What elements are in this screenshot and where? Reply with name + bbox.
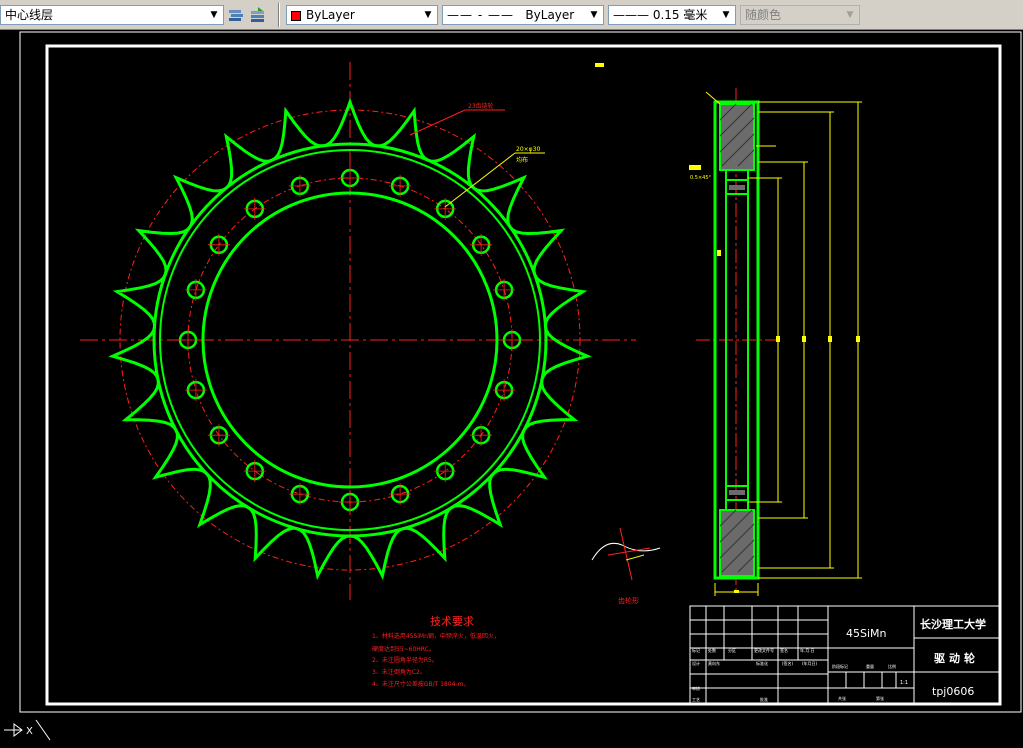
school-name: 长沙理工大学 bbox=[920, 617, 986, 631]
lineweight-preview-icon: ——— bbox=[613, 8, 649, 22]
stage-cell: 比例 bbox=[888, 663, 896, 669]
properties-toolbar: 中心线层 ▼ ByLayer ▼ —— - —— ByLayer ▼ ——— 0… bbox=[0, 0, 1023, 30]
make-object-layer-current-icon[interactable] bbox=[226, 5, 246, 25]
detail-centerline bbox=[607, 547, 651, 556]
detail-centerline bbox=[619, 527, 633, 581]
callout-holes: 20×φ30 bbox=[516, 146, 540, 153]
chamfer-note: 0.5×45° bbox=[690, 175, 712, 181]
hatched-section-bottom bbox=[719, 509, 755, 577]
approve-label: 批准 bbox=[760, 696, 768, 702]
color-label: ByLayer bbox=[306, 8, 355, 22]
sheet-cell: 第张 bbox=[876, 695, 884, 701]
scale-value: 1:1 bbox=[900, 680, 908, 686]
tech-line: 2、未注圆角半径为R5。 bbox=[372, 656, 438, 664]
tech-line: 1、材料选用45SiMn钢，中频淬火，低温回火， bbox=[372, 632, 500, 640]
sheet-border bbox=[45, 44, 1002, 706]
chevron-down-icon[interactable]: ▼ bbox=[587, 8, 601, 22]
tooth-detail-label: 齿轮形 bbox=[618, 596, 639, 605]
sign-cell: (签名) bbox=[782, 660, 794, 666]
detail-dimension bbox=[625, 554, 645, 561]
chevron-down-icon[interactable]: ▼ bbox=[207, 8, 221, 22]
plotstyle-label: 随颜色 bbox=[745, 8, 782, 22]
front-view: 23齿链轮 20×φ30 均布 bbox=[80, 62, 636, 600]
tooth-profile-detail: 齿轮形 bbox=[591, 527, 661, 605]
ucs-x-label: X bbox=[26, 726, 33, 737]
roughness-symbol bbox=[595, 63, 604, 67]
tech-title: 技术要求 bbox=[430, 615, 474, 628]
color-dropdown[interactable]: ByLayer ▼ bbox=[286, 5, 438, 25]
tech-line: 3、未注倒角为C2。 bbox=[372, 668, 426, 676]
header-cell: 年.月.日 bbox=[800, 647, 815, 653]
viewport-border bbox=[19, 31, 1022, 713]
callout-uniform: 均布 bbox=[516, 156, 528, 164]
drawing-number: tpj0606 bbox=[932, 685, 974, 698]
layer-dropdown[interactable]: 中心线层 ▼ bbox=[0, 5, 224, 25]
part-name: 驱动轮 bbox=[934, 651, 979, 665]
layer-previous-icon[interactable] bbox=[248, 5, 268, 25]
hatched-section-top bbox=[719, 103, 755, 171]
callout-teeth: 23齿链轮 bbox=[468, 102, 494, 110]
header-cell: 更改文件号 bbox=[754, 647, 774, 653]
sheet-cell: 共张 bbox=[838, 695, 846, 701]
material-label: 45SiMn bbox=[846, 627, 887, 640]
side-section-view: 0.5×45° bbox=[689, 88, 862, 596]
chevron-down-icon[interactable]: ▼ bbox=[421, 8, 435, 22]
leader-line bbox=[409, 109, 466, 136]
chevron-down-icon[interactable]: ▼ bbox=[719, 8, 733, 22]
sign-cell: (年月日) bbox=[802, 660, 818, 666]
technical-requirements: 技术要求 1、材料选用45SiMn钢，中频淬火，低温回火， 硬度达到55~60H… bbox=[372, 615, 500, 688]
stage-cell: 重量 bbox=[866, 663, 874, 669]
linetype-dropdown[interactable]: —— - —— ByLayer ▼ bbox=[442, 5, 604, 25]
layer-name: 中心线层 bbox=[5, 8, 54, 22]
toolbar-separator bbox=[278, 3, 280, 27]
row-label: 设计 bbox=[692, 660, 700, 666]
linetype-preview-icon: —— - —— bbox=[447, 8, 514, 22]
tech-line: 硬度达到55~60HRC。 bbox=[372, 645, 435, 653]
drawing-canvas[interactable]: 23齿链轮 20×φ30 均布 齿轮形 0.5×45° 技术要求 1、材料选用4… bbox=[0, 30, 1023, 744]
tech-line: 4、未注尺寸公差按GB/T 1804-m。 bbox=[372, 680, 469, 688]
header-cell: 分区 bbox=[728, 647, 736, 653]
row-label: 工艺 bbox=[692, 697, 700, 702]
header-cell: 签名 bbox=[780, 647, 788, 653]
sign-cell: 标准化 bbox=[756, 660, 768, 666]
leader-line bbox=[444, 152, 516, 208]
header-cell: 标记 bbox=[692, 647, 700, 653]
linetype-label: ByLayer bbox=[525, 8, 575, 22]
row-label: 审核 bbox=[692, 685, 700, 691]
sign-cell: 黄向东 bbox=[708, 660, 720, 666]
bolt-hatch bbox=[729, 185, 745, 190]
title-block: 45SiMn 长沙理工大学 驱动轮 tpj0606 1:1 标记 处数 分区 更… bbox=[689, 605, 1000, 705]
bolt-hatch bbox=[729, 490, 745, 495]
chevron-down-icon[interactable]: ▼ bbox=[843, 8, 857, 22]
lineweight-label: 0.15 毫米 bbox=[652, 8, 708, 22]
lineweight-dropdown[interactable]: ——— 0.15 毫米 ▼ bbox=[608, 5, 736, 25]
plotstyle-dropdown[interactable]: 随颜色 ▼ bbox=[740, 5, 860, 25]
stage-cell: 阶段标记 bbox=[832, 663, 848, 669]
header-cell: 处数 bbox=[708, 647, 716, 653]
ucs-icon: X bbox=[4, 719, 51, 741]
drawing-svg[interactable]: 23齿链轮 20×φ30 均布 齿轮形 0.5×45° 技术要求 1、材料选用4… bbox=[0, 30, 1023, 744]
color-swatch-icon bbox=[291, 10, 301, 21]
